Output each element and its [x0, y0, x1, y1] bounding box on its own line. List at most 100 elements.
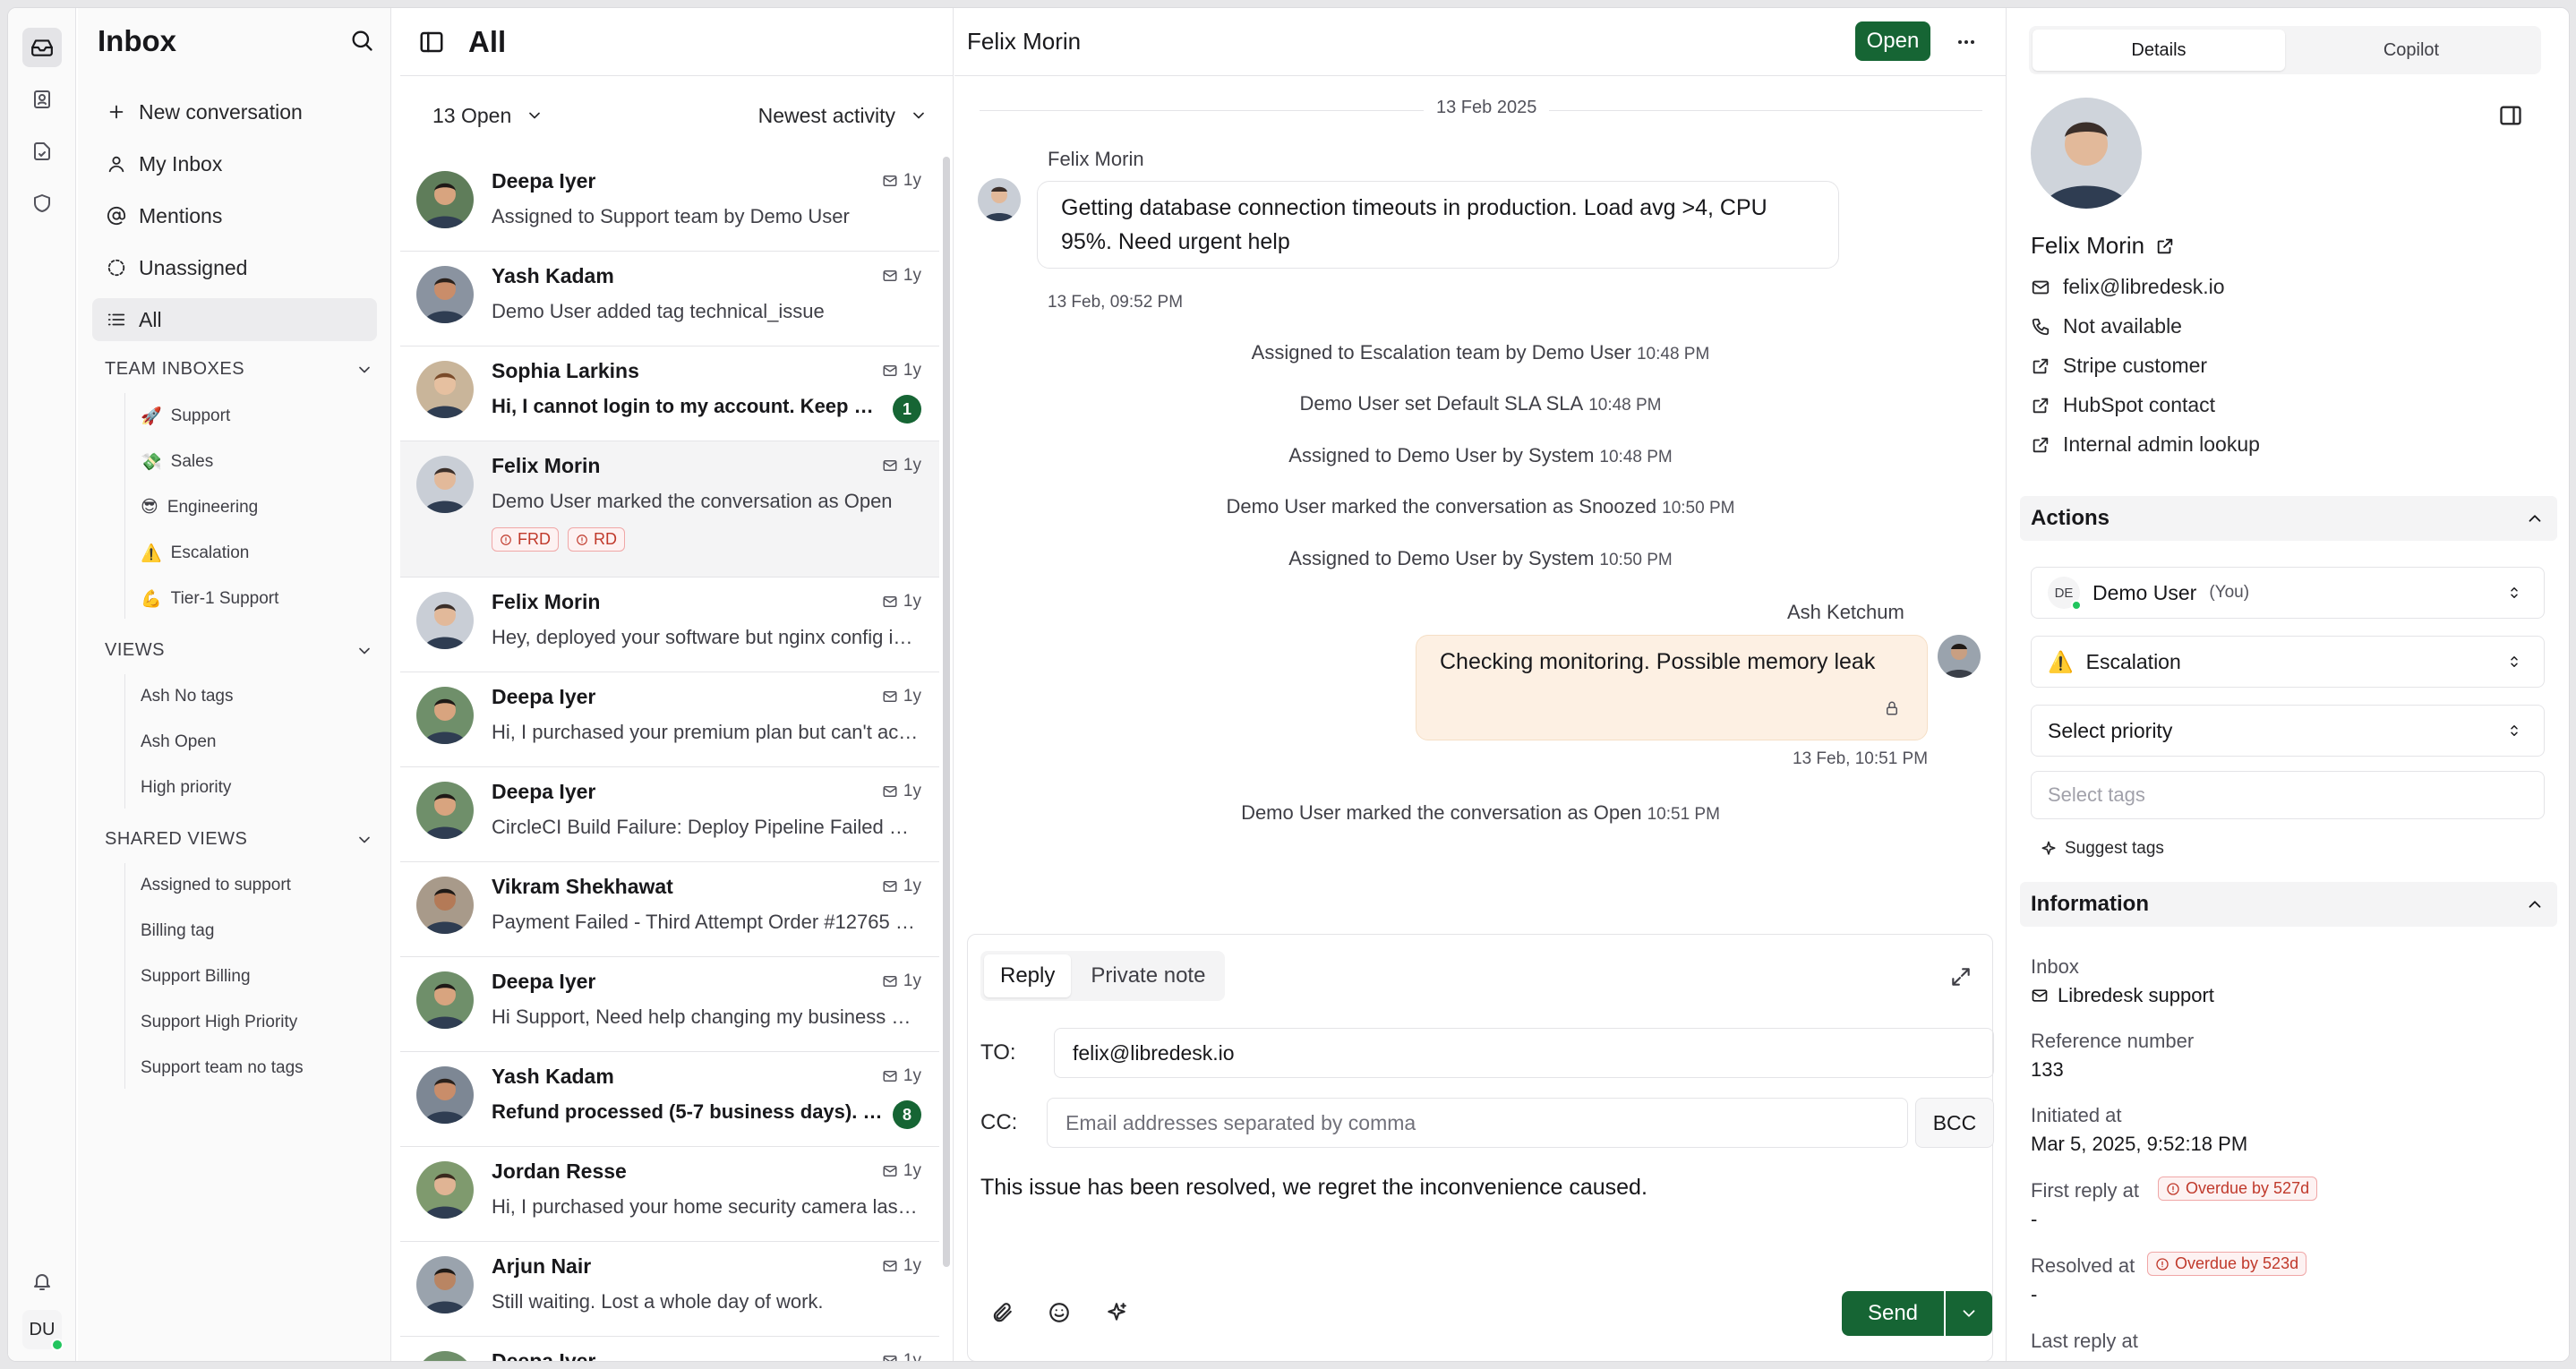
- team-label: Tier-1 Support: [170, 589, 279, 608]
- conversation-list-item[interactable]: Sophia Larkins 1y Hi, I cannot login to my…: [400, 347, 939, 441]
- toggle-details-panel-icon[interactable]: [2498, 103, 2523, 128]
- conversation-list-item[interactable]: Deepa Iyer 1y Hi, I purchased your premium…: [400, 672, 939, 767]
- view-item[interactable]: Ash No tags: [141, 687, 234, 706]
- bell-icon[interactable]: [22, 1262, 62, 1301]
- mail-icon: [883, 976, 897, 987]
- conversation-list-item[interactable]: Deepa Iyer 1y Assigned to Support team by …: [400, 157, 939, 252]
- sort-dropdown[interactable]: Newest activity: [758, 104, 928, 128]
- divider: [124, 393, 125, 619]
- contact-name: Arjun Nair: [492, 1254, 592, 1278]
- lock-icon: [1884, 700, 1900, 716]
- attachment-icon[interactable]: [980, 1291, 1023, 1334]
- reports-nav-icon[interactable]: [22, 132, 62, 171]
- email-text: felix@libredesk.io: [2063, 275, 2225, 298]
- message-preview: Demo User marked the conversation as Ope…: [492, 490, 893, 512]
- shared-view-item[interactable]: Support Billing: [141, 967, 251, 987]
- user-avatar[interactable]: DU: [22, 1310, 64, 1351]
- external-link-icon[interactable]: [2155, 236, 2175, 256]
- team-tier1-support[interactable]: 💪 Tier-1 Support: [141, 588, 278, 610]
- unread-count-badge: 8: [893, 1100, 921, 1129]
- message-preview: Hi, I cannot login to my account. Keep g…: [492, 395, 886, 417]
- team-sales[interactable]: 💸 Sales: [141, 451, 213, 473]
- first-reply-overdue-badge: Overdue by 527d: [2158, 1176, 2318, 1201]
- search-icon[interactable]: [349, 28, 374, 53]
- conversation-list-item[interactable]: Jordan Resse 1y Hi, I purchased your home …: [400, 1147, 939, 1242]
- tab-reply[interactable]: Reply: [984, 954, 1072, 997]
- tab-private-note[interactable]: Private note: [1074, 954, 1221, 997]
- tags-select[interactable]: Select tags: [2031, 771, 2545, 819]
- contact-name: Deepa Iyer: [492, 970, 596, 993]
- message-preview: Assigned to Support team by Demo User: [492, 205, 850, 227]
- conversation-list-item[interactable]: Felix Morin 1y Hey, deployed your software…: [400, 578, 939, 672]
- view-item[interactable]: Ash Open: [141, 732, 217, 752]
- send-button[interactable]: Send: [1842, 1291, 1944, 1336]
- views-header[interactable]: VIEWS: [105, 640, 373, 661]
- message-preview: Hi, I purchased your premium plan but ca…: [492, 721, 921, 743]
- assignee-select[interactable]: DE Demo User (You): [2031, 567, 2545, 619]
- activity-event: Assigned to Demo User by System 10:50 PM: [954, 547, 2007, 570]
- actions-accordion[interactable]: Actions: [2020, 496, 2557, 541]
- internal-admin-lookup-link[interactable]: Internal admin lookup: [2031, 432, 2260, 457]
- shared-view-item[interactable]: Billing tag: [141, 921, 214, 941]
- information-accordion[interactable]: Information: [2020, 882, 2557, 927]
- conversation-list-item[interactable]: Deepa Iyer 1y Hi Support, Need help changi…: [400, 957, 939, 1052]
- list-scrollbar[interactable]: [943, 157, 950, 1267]
- admin-shield-icon[interactable]: [22, 184, 62, 223]
- conversation-list-item[interactable]: Yash Kadam 1y Refund processed (5-7 busine…: [400, 1052, 939, 1147]
- shared-view-item[interactable]: Assigned to support: [141, 876, 291, 895]
- bcc-button[interactable]: BCC: [1915, 1098, 1994, 1148]
- send-options-chevron-icon[interactable]: [1946, 1291, 1992, 1336]
- contacts-nav-icon[interactable]: [22, 80, 62, 119]
- team-select[interactable]: ⚠️ Escalation: [2031, 636, 2545, 688]
- message-editor[interactable]: This issue has been resolved, we regret …: [980, 1175, 1647, 1201]
- cc-field[interactable]: Email addresses separated by comma: [1047, 1098, 1908, 1148]
- ai-sparkle-icon[interactable]: [1095, 1291, 1138, 1334]
- contact-avatar: [416, 361, 474, 418]
- to-field[interactable]: felix@libredesk.io: [1054, 1028, 1994, 1078]
- view-item[interactable]: High priority: [141, 778, 231, 798]
- item-time: 1y: [882, 266, 921, 286]
- new-conversation-button[interactable]: New conversation: [92, 90, 377, 133]
- tab-copilot[interactable]: Copilot: [2285, 30, 2537, 71]
- tab-details[interactable]: Details: [2033, 30, 2285, 71]
- team-support[interactable]: 🚀 Support: [141, 406, 230, 427]
- toggle-sidebar-icon[interactable]: [418, 29, 445, 56]
- shared-view-item[interactable]: Support High Priority: [141, 1013, 297, 1032]
- team-escalation[interactable]: ⚠️ Escalation: [141, 543, 249, 564]
- shared-view-item[interactable]: Support team no tags: [141, 1058, 304, 1078]
- expand-icon[interactable]: [1949, 965, 1973, 988]
- nav-mentions[interactable]: Mentions: [92, 194, 377, 237]
- conversation-list-item[interactable]: Deepa Iyer 1y CircleCI Build Failure: Depl…: [400, 767, 939, 862]
- conversation-list-item[interactable]: Yash Kadam 1y Demo User added tag technica…: [400, 252, 939, 347]
- event-text: Demo User set Default SLA SLA: [1299, 392, 1584, 415]
- contact-name: Felix Morin: [2031, 232, 2175, 260]
- team-inboxes-header[interactable]: TEAM INBOXES: [105, 359, 373, 380]
- suggest-tags-button[interactable]: Suggest tags: [2040, 839, 2164, 859]
- conversation-list-item[interactable]: Arjun Nair 1y Still waiting. Lost a whole …: [400, 1242, 939, 1337]
- conversation-list-item[interactable]: Deepa Iyer 1y: [400, 1337, 939, 1361]
- conversation-list-item[interactable]: Vikram Shekhawat 1y Payment Failed - Third…: [400, 862, 939, 957]
- nav-my-inbox[interactable]: My Inbox: [92, 142, 377, 185]
- hubspot-contact-link[interactable]: HubSpot contact: [2031, 393, 2215, 417]
- more-options-icon[interactable]: [1956, 31, 1977, 53]
- list-icon: [107, 313, 125, 326]
- status-button[interactable]: Open: [1855, 21, 1930, 61]
- nav-unassigned[interactable]: Unassigned: [92, 246, 377, 289]
- activity-event: Demo User marked the conversation as Ope…: [954, 801, 2007, 825]
- message-preview: Hi, I purchased your home security camer…: [492, 1195, 921, 1218]
- conversation-list-item[interactable]: Felix Morin 1y Demo User marked the conver…: [400, 441, 939, 578]
- priority-select[interactable]: Select priority: [2031, 705, 2545, 757]
- nav-all[interactable]: All: [92, 298, 377, 341]
- status-filter-dropdown[interactable]: 13 Open: [432, 104, 543, 128]
- stripe-customer-link[interactable]: Stripe customer: [2031, 354, 2207, 378]
- inbox-nav-icon[interactable]: [22, 28, 62, 67]
- chevron-up-icon: [2529, 515, 2541, 522]
- list-filters: 13 Open Newest activity: [400, 76, 953, 155]
- team-engineering[interactable]: 😎 Engineering: [141, 497, 258, 518]
- assignee-avatar: DE: [2048, 577, 2082, 611]
- time-text: 1y: [903, 592, 921, 611]
- conversation-header: Felix Morin Open: [954, 8, 2006, 76]
- warning-emoji-icon: ⚠️: [2048, 649, 2074, 673]
- emoji-icon[interactable]: [1038, 1291, 1081, 1334]
- shared-views-header[interactable]: SHARED VIEWS: [105, 829, 373, 850]
